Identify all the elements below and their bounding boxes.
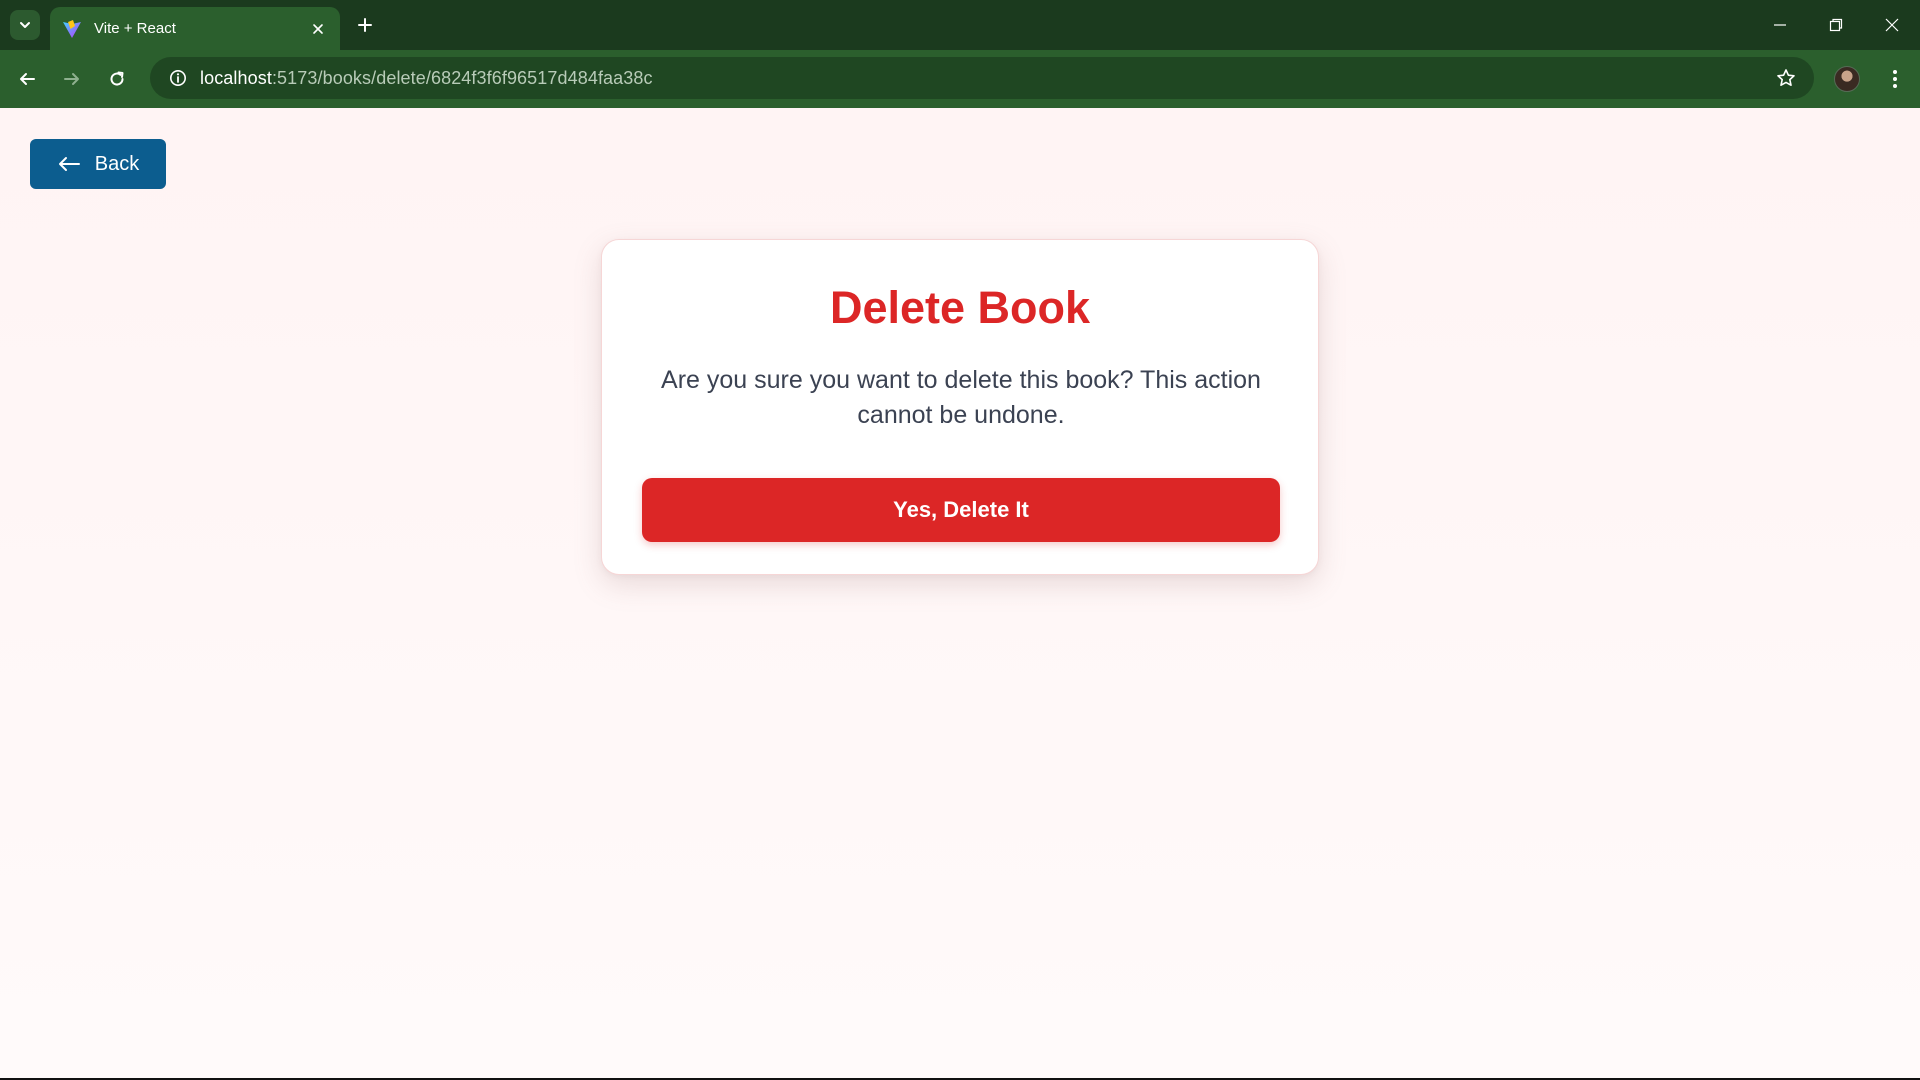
vite-logo-icon — [63, 19, 81, 38]
chevron-down-icon — [20, 22, 30, 28]
dialog-title: Delete Book — [829, 282, 1091, 333]
close-window-button[interactable] — [1864, 0, 1920, 50]
minimize-button[interactable] — [1752, 0, 1808, 50]
url-text: localhost:5173/books/delete/6824f3f6f965… — [200, 68, 653, 89]
delete-confirmation-card: Delete Book Are you sure you want to del… — [601, 239, 1319, 575]
browser-toolbar: localhost:5173/books/delete/6824f3f6f965… — [0, 50, 1920, 108]
info-icon[interactable] — [156, 57, 200, 99]
back-button[interactable]: Back — [30, 139, 166, 189]
restore-icon — [1829, 18, 1843, 32]
tab-search-button[interactable] — [10, 10, 40, 40]
new-tab-button[interactable] — [352, 12, 378, 38]
page-content: Back Delete Book Are you sure you want t… — [0, 108, 1920, 1080]
browser-menu-button[interactable] — [1880, 64, 1910, 94]
browser-tab[interactable]: Vite + React — [50, 7, 340, 50]
kebab-menu-icon — [1893, 70, 1897, 88]
restore-button[interactable] — [1808, 0, 1864, 50]
back-button-label: Back — [94, 152, 140, 175]
arrow-left-icon — [57, 155, 83, 173]
arrow-right-icon — [64, 73, 79, 85]
back-nav-button[interactable] — [12, 64, 42, 94]
profile-avatar[interactable] — [1834, 66, 1860, 92]
plus-icon — [358, 18, 372, 32]
confirm-delete-button[interactable]: Yes, Delete It — [642, 478, 1280, 542]
reload-icon — [110, 71, 124, 86]
url-host: localhost — [200, 67, 272, 88]
address-bar[interactable]: localhost:5173/books/delete/6824f3f6f965… — [150, 57, 1814, 99]
forward-nav-button[interactable] — [57, 64, 87, 94]
window-controls — [1752, 0, 1920, 50]
close-icon — [1885, 18, 1899, 32]
star-icon[interactable] — [1774, 66, 1798, 90]
dialog-message: Are you sure you want to delete this boo… — [661, 366, 1261, 429]
reload-button[interactable] — [102, 64, 132, 94]
arrow-left-icon — [20, 73, 35, 85]
close-icon[interactable] — [308, 19, 328, 39]
browser-tab-strip: Vite + React — [0, 0, 1920, 50]
url-path: :5173/books/delete/6824f3f6f96517d484faa… — [271, 67, 653, 88]
minimize-icon — [1774, 24, 1786, 26]
tab-title: Vite + React — [94, 20, 176, 37]
